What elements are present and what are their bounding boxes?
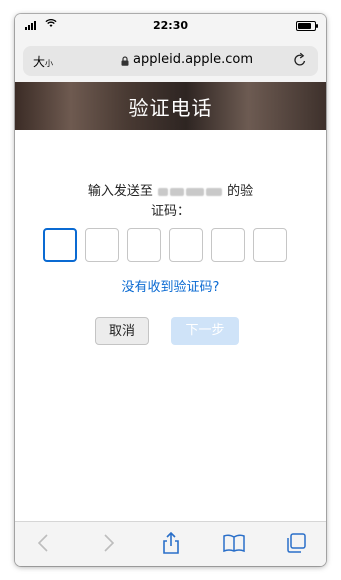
phone-frame: 22:30 大小 appleid.apple.com 验证电话 输入发送至 的验… <box>15 14 326 566</box>
code-digit-3[interactable] <box>127 228 161 262</box>
code-digit-4[interactable] <box>169 228 203 262</box>
text-size-button[interactable]: 大小 <box>33 53 53 70</box>
code-input-group <box>43 228 287 262</box>
battery-icon <box>296 21 318 31</box>
url-text: appleid.apple.com <box>133 52 254 67</box>
cancel-button[interactable]: 取消 <box>95 317 149 345</box>
tabs-icon[interactable] <box>283 530 309 556</box>
code-digit-1[interactable] <box>43 228 77 262</box>
url-field[interactable]: 大小 appleid.apple.com <box>23 46 318 76</box>
code-digit-2[interactable] <box>85 228 119 262</box>
prompt-after: 的验 <box>227 184 254 199</box>
page-header-banner: 验证电话 <box>15 82 326 130</box>
reload-icon[interactable] <box>292 52 308 68</box>
code-digit-5[interactable] <box>211 228 245 262</box>
status-time: 22:30 <box>152 19 188 32</box>
code-digit-6[interactable] <box>253 228 287 262</box>
bookmarks-icon[interactable] <box>221 530 247 556</box>
prompt-before: 输入发送至 <box>87 184 153 199</box>
masked-phone-number <box>157 184 227 199</box>
prompt-line2: 证码： <box>150 204 190 219</box>
lock-icon <box>121 56 129 66</box>
share-icon[interactable] <box>158 530 184 556</box>
next-button[interactable]: 下一步 <box>171 317 239 345</box>
text-size-small-label: 小 <box>45 59 54 68</box>
verification-prompt: 输入发送至 的验 证码： <box>45 182 296 222</box>
browser-toolbar <box>15 521 326 566</box>
forward-icon[interactable] <box>95 530 121 556</box>
address-bar: 大小 appleid.apple.com <box>15 40 326 83</box>
page-title: 验证电话 <box>128 96 213 120</box>
back-icon[interactable] <box>31 530 57 556</box>
resend-code-link[interactable]: 没有收到验证码? <box>15 276 326 295</box>
status-bar: 22:30 <box>15 14 326 40</box>
text-size-large-label: 大 <box>33 55 46 69</box>
